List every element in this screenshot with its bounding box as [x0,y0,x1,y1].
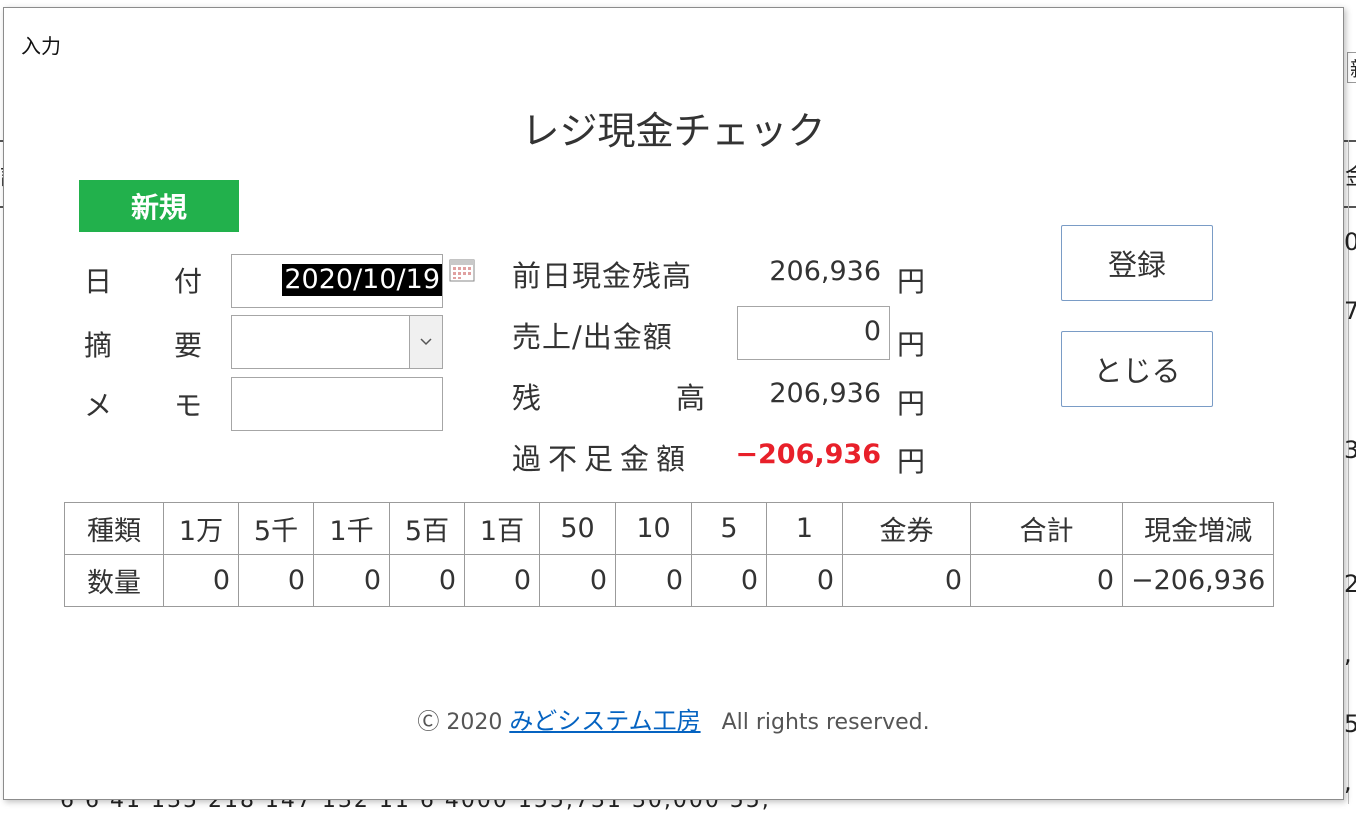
memo-label-char2: モ [174,389,203,422]
dialog-title: 入力 [21,34,61,58]
sales-unit: 円 [897,328,926,361]
quantity-row-label: 数量 [64,554,164,607]
table-header-cell: 合計 [970,502,1123,555]
balance-unit: 円 [897,387,926,420]
prev-balance-value: 206,936 [769,256,881,287]
table-header-cell: 1百 [464,502,540,555]
summary-label-char1: 摘 [84,329,113,362]
summary-label: 摘 要 [84,324,202,364]
calendar-icon[interactable] [449,258,475,282]
diff-value: −206,936 [735,439,881,470]
sales-label: 売上/出金額 [512,320,673,354]
table-header-row: 種類 1万 5千 1千 5百 1百 50 10 5 1 金券 合計 現金増減 [64,502,1275,555]
balance-label-char1: 残 [512,381,542,415]
total-value: 0 [970,554,1123,607]
register-button[interactable]: 登録 [1061,225,1213,301]
cash-change-value: −206,936 [1121,554,1275,607]
rights-text: All rights reserved. [721,710,930,735]
date-input[interactable]: 2020/10/19 [231,254,443,308]
quantity-input-1[interactable]: 0 [766,554,843,607]
memo-label-char1: メ [84,389,113,422]
sheet-cell-fragment: 0, [1344,228,1356,256]
memo-input[interactable] [231,377,443,431]
table-header-cell: 金券 [842,502,971,555]
diff-label: 過不足金額 [512,442,693,476]
copyright-text: Ⓒ 2020 [417,710,503,735]
quantity-input-500[interactable]: 0 [389,554,465,607]
close-button[interactable]: とじる [1061,331,1213,407]
sales-amount-input[interactable]: 0 [737,306,890,360]
mode-badge: 新規 [79,180,239,232]
table-header-cell: 1千 [313,502,390,555]
summary-select[interactable] [231,315,443,369]
table-header-cell: 10 [615,502,692,555]
diff-unit: 円 [897,445,926,478]
prev-balance-label: 前日現金残高 [512,259,693,293]
summary-dropdown-button[interactable] [409,316,442,368]
sales-amount-value: 0 [863,316,881,347]
voucher-input[interactable]: 0 [842,554,971,607]
table-header-cell: 5百 [389,502,465,555]
sheet-cell-fragment: , [1344,640,1352,668]
company-link[interactable]: みどシステム工房 [509,707,700,735]
quantity-input-5000[interactable]: 0 [238,554,314,607]
footer: Ⓒ 2020 みどシステム工房 All rights reserved. [4,701,1343,736]
date-label-char1: 日 [84,265,113,298]
memo-label: メ モ [84,384,202,424]
date-value: 2020/10/19 [282,264,442,296]
summary-label-char2: 要 [174,329,203,362]
sheet-cell-fragment: 5, [1344,710,1356,738]
quantity-input-1000[interactable]: 0 [313,554,390,607]
quantity-input-50[interactable]: 0 [539,554,616,607]
chevron-down-icon [420,338,432,346]
quantity-input-5[interactable]: 0 [691,554,767,607]
date-label: 日 付 [84,260,202,300]
table-header-cell: 1万 [163,502,239,555]
table-header-cell: 1 [766,502,843,555]
form-title: レジ現金チェック [521,109,826,153]
table-header-cell: 50 [539,502,616,555]
quantity-input-10[interactable]: 0 [615,554,692,607]
table-row: 数量 0 0 0 0 0 0 0 0 0 0 0 −206,936 [64,554,1275,607]
balance-label-char2: 高 [676,381,706,415]
table-header-cell: 現金増減 [1121,502,1275,555]
prev-balance-unit: 円 [897,265,926,298]
quantity-input-100[interactable]: 0 [464,554,540,607]
input-dialog: 入力 レジ現金チェック 新規 日 付 摘 要 メ モ 2020/10/19 前日… [3,7,1344,800]
table-header-cell: 5千 [238,502,314,555]
sheet-cell-fragment: 新 [1347,52,1356,83]
sheet-cell-fragment: 3, [1344,436,1356,464]
table-header-cell: 5 [691,502,767,555]
sheet-cell-fragment: 金 [1345,156,1356,191]
sheet-cell-fragment: , [1344,768,1352,796]
balance-value: 206,936 [769,378,881,409]
date-label-char2: 付 [174,265,203,298]
sheet-cell-fragment: 2, [1344,570,1356,598]
table-header-cell: 種類 [64,502,164,555]
sheet-cell-fragment: 7, [1344,297,1356,325]
quantity-input-10000[interactable]: 0 [163,554,239,607]
denomination-table: 種類 1万 5千 1千 5百 1百 50 10 5 1 金券 合計 現金増減 数… [64,502,1275,607]
